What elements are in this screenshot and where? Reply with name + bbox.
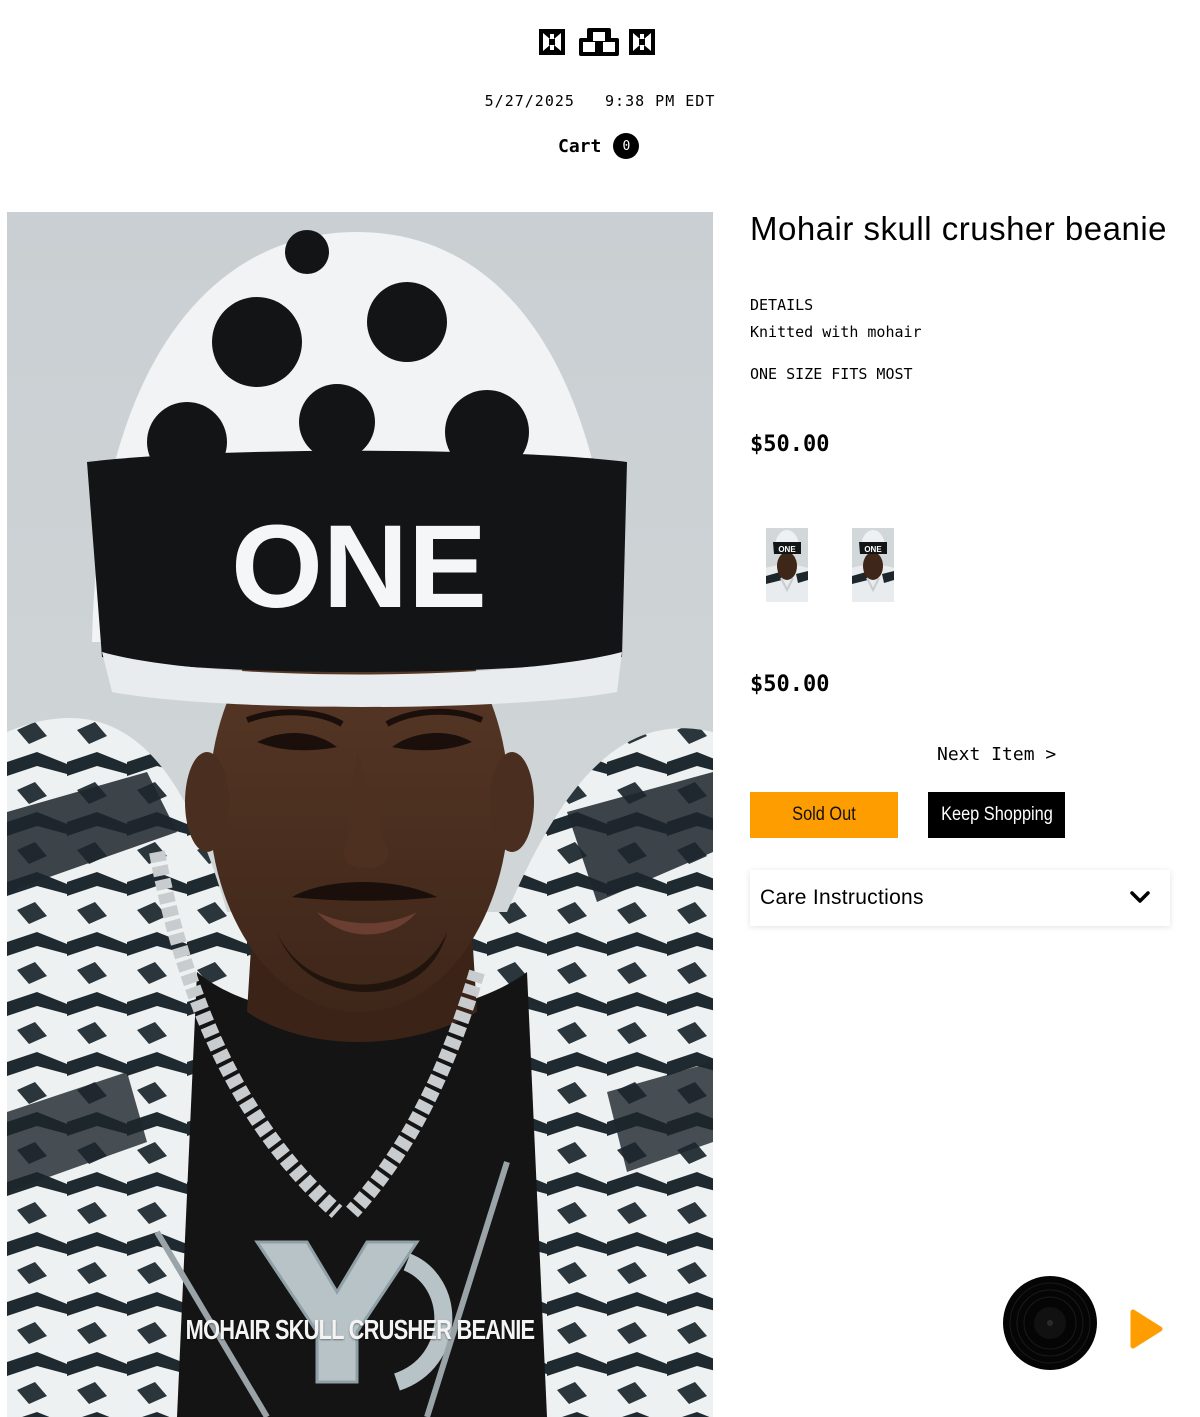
chevron-down-icon [1130, 889, 1150, 908]
thumbnail-1[interactable]: ONE [766, 528, 808, 602]
date-time-display: 5/27/2025 9:38 PM EDT [484, 92, 716, 110]
logo-cross-left-icon [539, 29, 565, 55]
next-item-link[interactable]: Next Item > [937, 744, 1056, 765]
care-instructions-label: Care Instructions [760, 886, 924, 909]
logo-cross-right-icon [629, 29, 655, 55]
size-note: ONE SIZE FITS MOST [750, 365, 913, 383]
thumbnail-2-text: ONE [864, 545, 882, 554]
play-icon[interactable] [1128, 1308, 1164, 1350]
brand-logo[interactable] [535, 22, 665, 62]
details-heading: DETAILS [750, 296, 814, 314]
cart-label: Cart [558, 135, 602, 157]
details-text: Knitted with mohair [750, 323, 922, 341]
care-instructions-accordion[interactable]: Care Instructions [750, 870, 1170, 926]
product-hero-image: ONE MOHAIR SKULL CRUSHER BEANIE [7, 212, 713, 1417]
keep-shopping-button[interactable]: Keep Shopping [928, 792, 1065, 838]
thumbnail-2[interactable]: ONE [852, 528, 894, 602]
sold-out-label: Sold Out [792, 804, 856, 825]
cart-link[interactable]: Cart 0 [558, 132, 640, 160]
hero-caption: MOHAIR SKULL CRUSHER BEANIE [185, 1314, 535, 1345]
logo-center-icon [579, 28, 619, 56]
vinyl-record-icon[interactable] [1003, 1276, 1097, 1370]
keep-shopping-label: Keep Shopping [940, 804, 1053, 825]
product-price-secondary: $50.00 [750, 672, 830, 697]
sold-out-button[interactable]: Sold Out [750, 792, 898, 838]
thumbnail-1-text: ONE [778, 545, 796, 554]
product-price: $50.00 [750, 432, 830, 457]
product-title: Mohair skull crusher beanie [750, 210, 1168, 247]
cart-count-badge: 0 [613, 133, 640, 159]
beanie-text: ONE [231, 501, 487, 633]
